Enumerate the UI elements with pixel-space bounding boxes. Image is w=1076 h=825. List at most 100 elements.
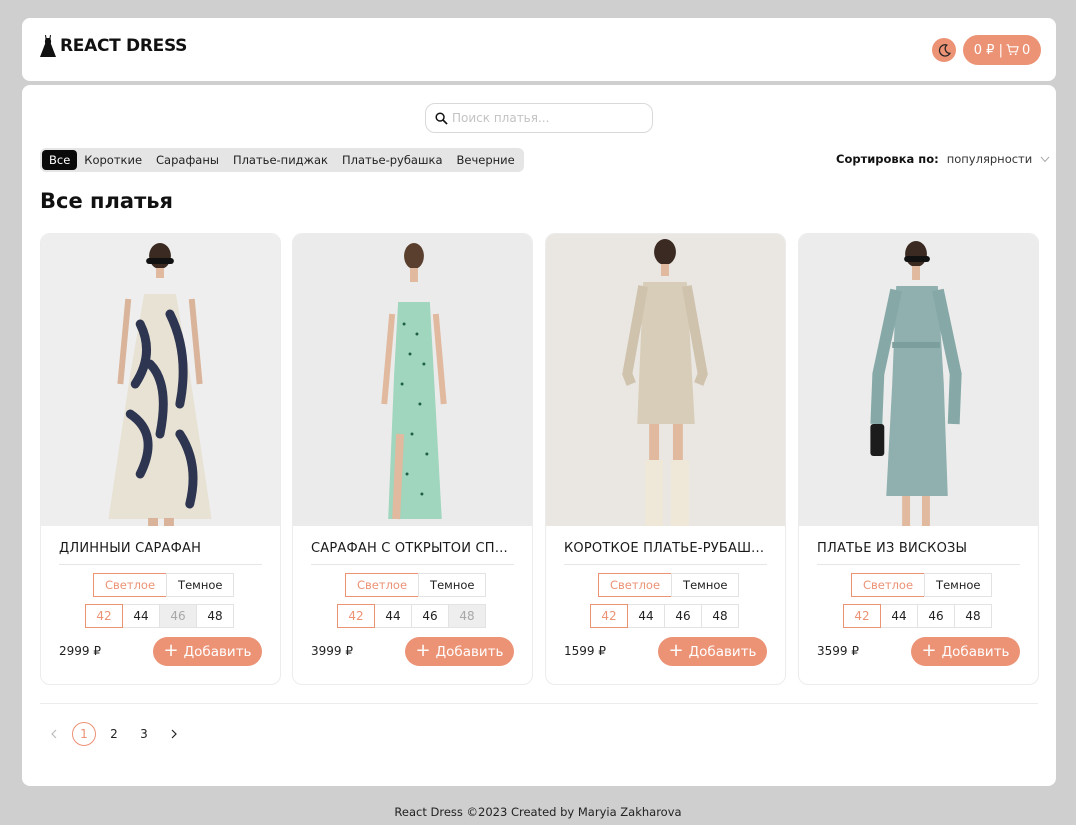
size-option-46: 46 — [159, 604, 197, 628]
plus-icon: + — [415, 639, 431, 661]
cart-count: 0 — [1021, 42, 1031, 58]
chevron-left-icon — [51, 729, 57, 739]
cart-button[interactable]: 0 ₽ | 0 — [963, 35, 1041, 65]
product-image[interactable] — [41, 234, 280, 526]
dress-icon — [40, 35, 56, 57]
add-to-cart-button[interactable]: + Добавить — [405, 637, 514, 666]
size-option-44[interactable]: 44 — [122, 604, 160, 628]
size-option-44[interactable]: 44 — [374, 604, 412, 628]
product-photo — [546, 234, 785, 526]
add-to-cart-button[interactable]: + Добавить — [658, 637, 767, 666]
tone-option-light[interactable]: Светлое — [851, 573, 926, 597]
pagination-next-button[interactable] — [162, 722, 186, 746]
add-to-cart-label: Добавить — [941, 643, 1010, 660]
category-tab-blazer-dress[interactable]: Платье-пиджак — [226, 150, 335, 170]
product-photo — [41, 234, 280, 526]
cart-icon — [1006, 44, 1019, 56]
tone-selector: Светлое Темное — [598, 573, 740, 597]
product-price: 3999 ₽ — [311, 644, 353, 658]
size-option-48: 48 — [448, 604, 486, 628]
pagination-prev-button[interactable] — [42, 722, 66, 746]
sort-label: Сортировка по: — [836, 152, 939, 166]
size-option-48[interactable]: 48 — [701, 604, 739, 628]
tone-option-dark[interactable]: Темное — [924, 573, 993, 597]
chevron-down-icon — [1040, 156, 1050, 162]
brand-name: REACT DRESS — [60, 36, 188, 56]
cart-total: 0 ₽ | — [973, 42, 1003, 58]
pagination: 1 2 3 — [42, 722, 192, 746]
sort-value[interactable]: популярности — [947, 152, 1033, 166]
tone-option-light[interactable]: Светлое — [598, 573, 673, 597]
category-tab-evening[interactable]: Вечерние — [450, 150, 522, 170]
size-option-44[interactable]: 44 — [880, 604, 918, 628]
product-title: САРАФАН С ОТКРЫТОЙ СПИ... — [311, 541, 514, 565]
page-title: Все платья — [40, 189, 174, 213]
tone-option-dark[interactable]: Темное — [671, 573, 740, 597]
divider — [40, 703, 1038, 704]
add-to-cart-label: Добавить — [435, 643, 504, 660]
header: REACT DRESS 0 ₽ | 0 — [22, 18, 1056, 81]
product-title: ДЛИННЫЙ САРАФАН — [59, 541, 262, 565]
product-title: КОРОТКОЕ ПЛАТЬЕ-РУБАШ... — [564, 541, 767, 565]
add-to-cart-button[interactable]: + Добавить — [911, 637, 1020, 666]
size-option-46[interactable]: 46 — [917, 604, 955, 628]
product-card: КОРОТКОЕ ПЛАТЬЕ-РУБАШ... Светлое Темное … — [545, 233, 786, 685]
product-image[interactable] — [799, 234, 1038, 526]
size-selector: 42 44 46 48 — [843, 604, 992, 628]
category-tab-all[interactable]: Все — [42, 150, 78, 170]
footer-text: React Dress ©2023 Created by Maryia Zakh… — [394, 805, 682, 819]
add-to-cart-label: Добавить — [688, 643, 757, 660]
plus-icon: + — [163, 639, 179, 661]
size-option-46[interactable]: 46 — [664, 604, 702, 628]
category-tabs: Все Короткие Сарафаны Платье-пиджак Плат… — [40, 148, 524, 172]
tone-option-light[interactable]: Светлое — [345, 573, 420, 597]
size-option-48[interactable]: 48 — [196, 604, 234, 628]
plus-icon: + — [668, 639, 684, 661]
size-option-42[interactable]: 42 — [337, 604, 375, 628]
tone-option-light[interactable]: Светлое — [93, 573, 168, 597]
product-photo — [799, 234, 1038, 526]
tone-option-dark[interactable]: Темное — [166, 573, 235, 597]
product-image[interactable] — [546, 234, 785, 526]
moon-icon — [938, 43, 951, 57]
pagination-page-2[interactable]: 2 — [102, 722, 126, 746]
size-selector: 42 44 46 48 — [590, 604, 739, 628]
pagination-page-1[interactable]: 1 — [72, 722, 96, 746]
product-title: ПЛАТЬЕ ИЗ ВИСКОЗЫ — [817, 541, 1020, 565]
product-card: ПЛАТЬЕ ИЗ ВИСКОЗЫ Светлое Темное 42 44 4… — [798, 233, 1039, 685]
category-tab-sundresses[interactable]: Сарафаны — [149, 150, 226, 170]
product-price: 2999 ₽ — [59, 644, 101, 658]
tone-selector: Светлое Темное — [851, 573, 993, 597]
size-option-48[interactable]: 48 — [954, 604, 992, 628]
size-selector: 42 44 46 48 — [337, 604, 486, 628]
search-box[interactable] — [425, 103, 653, 133]
product-card: САРАФАН С ОТКРЫТОЙ СПИ... Светлое Темное… — [292, 233, 533, 685]
size-option-44[interactable]: 44 — [627, 604, 665, 628]
tone-option-dark[interactable]: Темное — [418, 573, 487, 597]
chevron-right-icon — [171, 729, 177, 739]
theme-toggle-button[interactable] — [932, 38, 956, 62]
search-icon — [435, 111, 448, 125]
category-tab-shirt-dress[interactable]: Платье-рубашка — [335, 150, 450, 170]
product-image[interactable] — [293, 234, 532, 526]
pagination-page-3[interactable]: 3 — [132, 722, 156, 746]
size-option-42[interactable]: 42 — [843, 604, 881, 628]
search-input[interactable] — [452, 111, 642, 125]
add-to-cart-button[interactable]: + Добавить — [153, 637, 262, 666]
product-card: ДЛИННЫЙ САРАФАН Светлое Темное 42 44 46 … — [40, 233, 281, 685]
sort-control[interactable]: Сортировка по: популярности — [836, 152, 1050, 166]
size-option-46[interactable]: 46 — [411, 604, 449, 628]
product-photo — [293, 234, 532, 526]
tone-selector: Светлое Темное — [345, 573, 487, 597]
category-tab-short[interactable]: Короткие — [77, 150, 149, 170]
main-content: Все Короткие Сарафаны Платье-пиджак Плат… — [22, 85, 1056, 786]
size-option-42[interactable]: 42 — [85, 604, 123, 628]
tone-selector: Светлое Темное — [93, 573, 235, 597]
add-to-cart-label: Добавить — [183, 643, 252, 660]
size-selector: 42 44 46 48 — [85, 604, 234, 628]
product-price: 1599 ₽ — [564, 644, 606, 658]
plus-icon: + — [921, 639, 937, 661]
logo[interactable]: REACT DRESS — [39, 34, 187, 58]
size-option-42[interactable]: 42 — [590, 604, 628, 628]
product-price: 3599 ₽ — [817, 644, 859, 658]
